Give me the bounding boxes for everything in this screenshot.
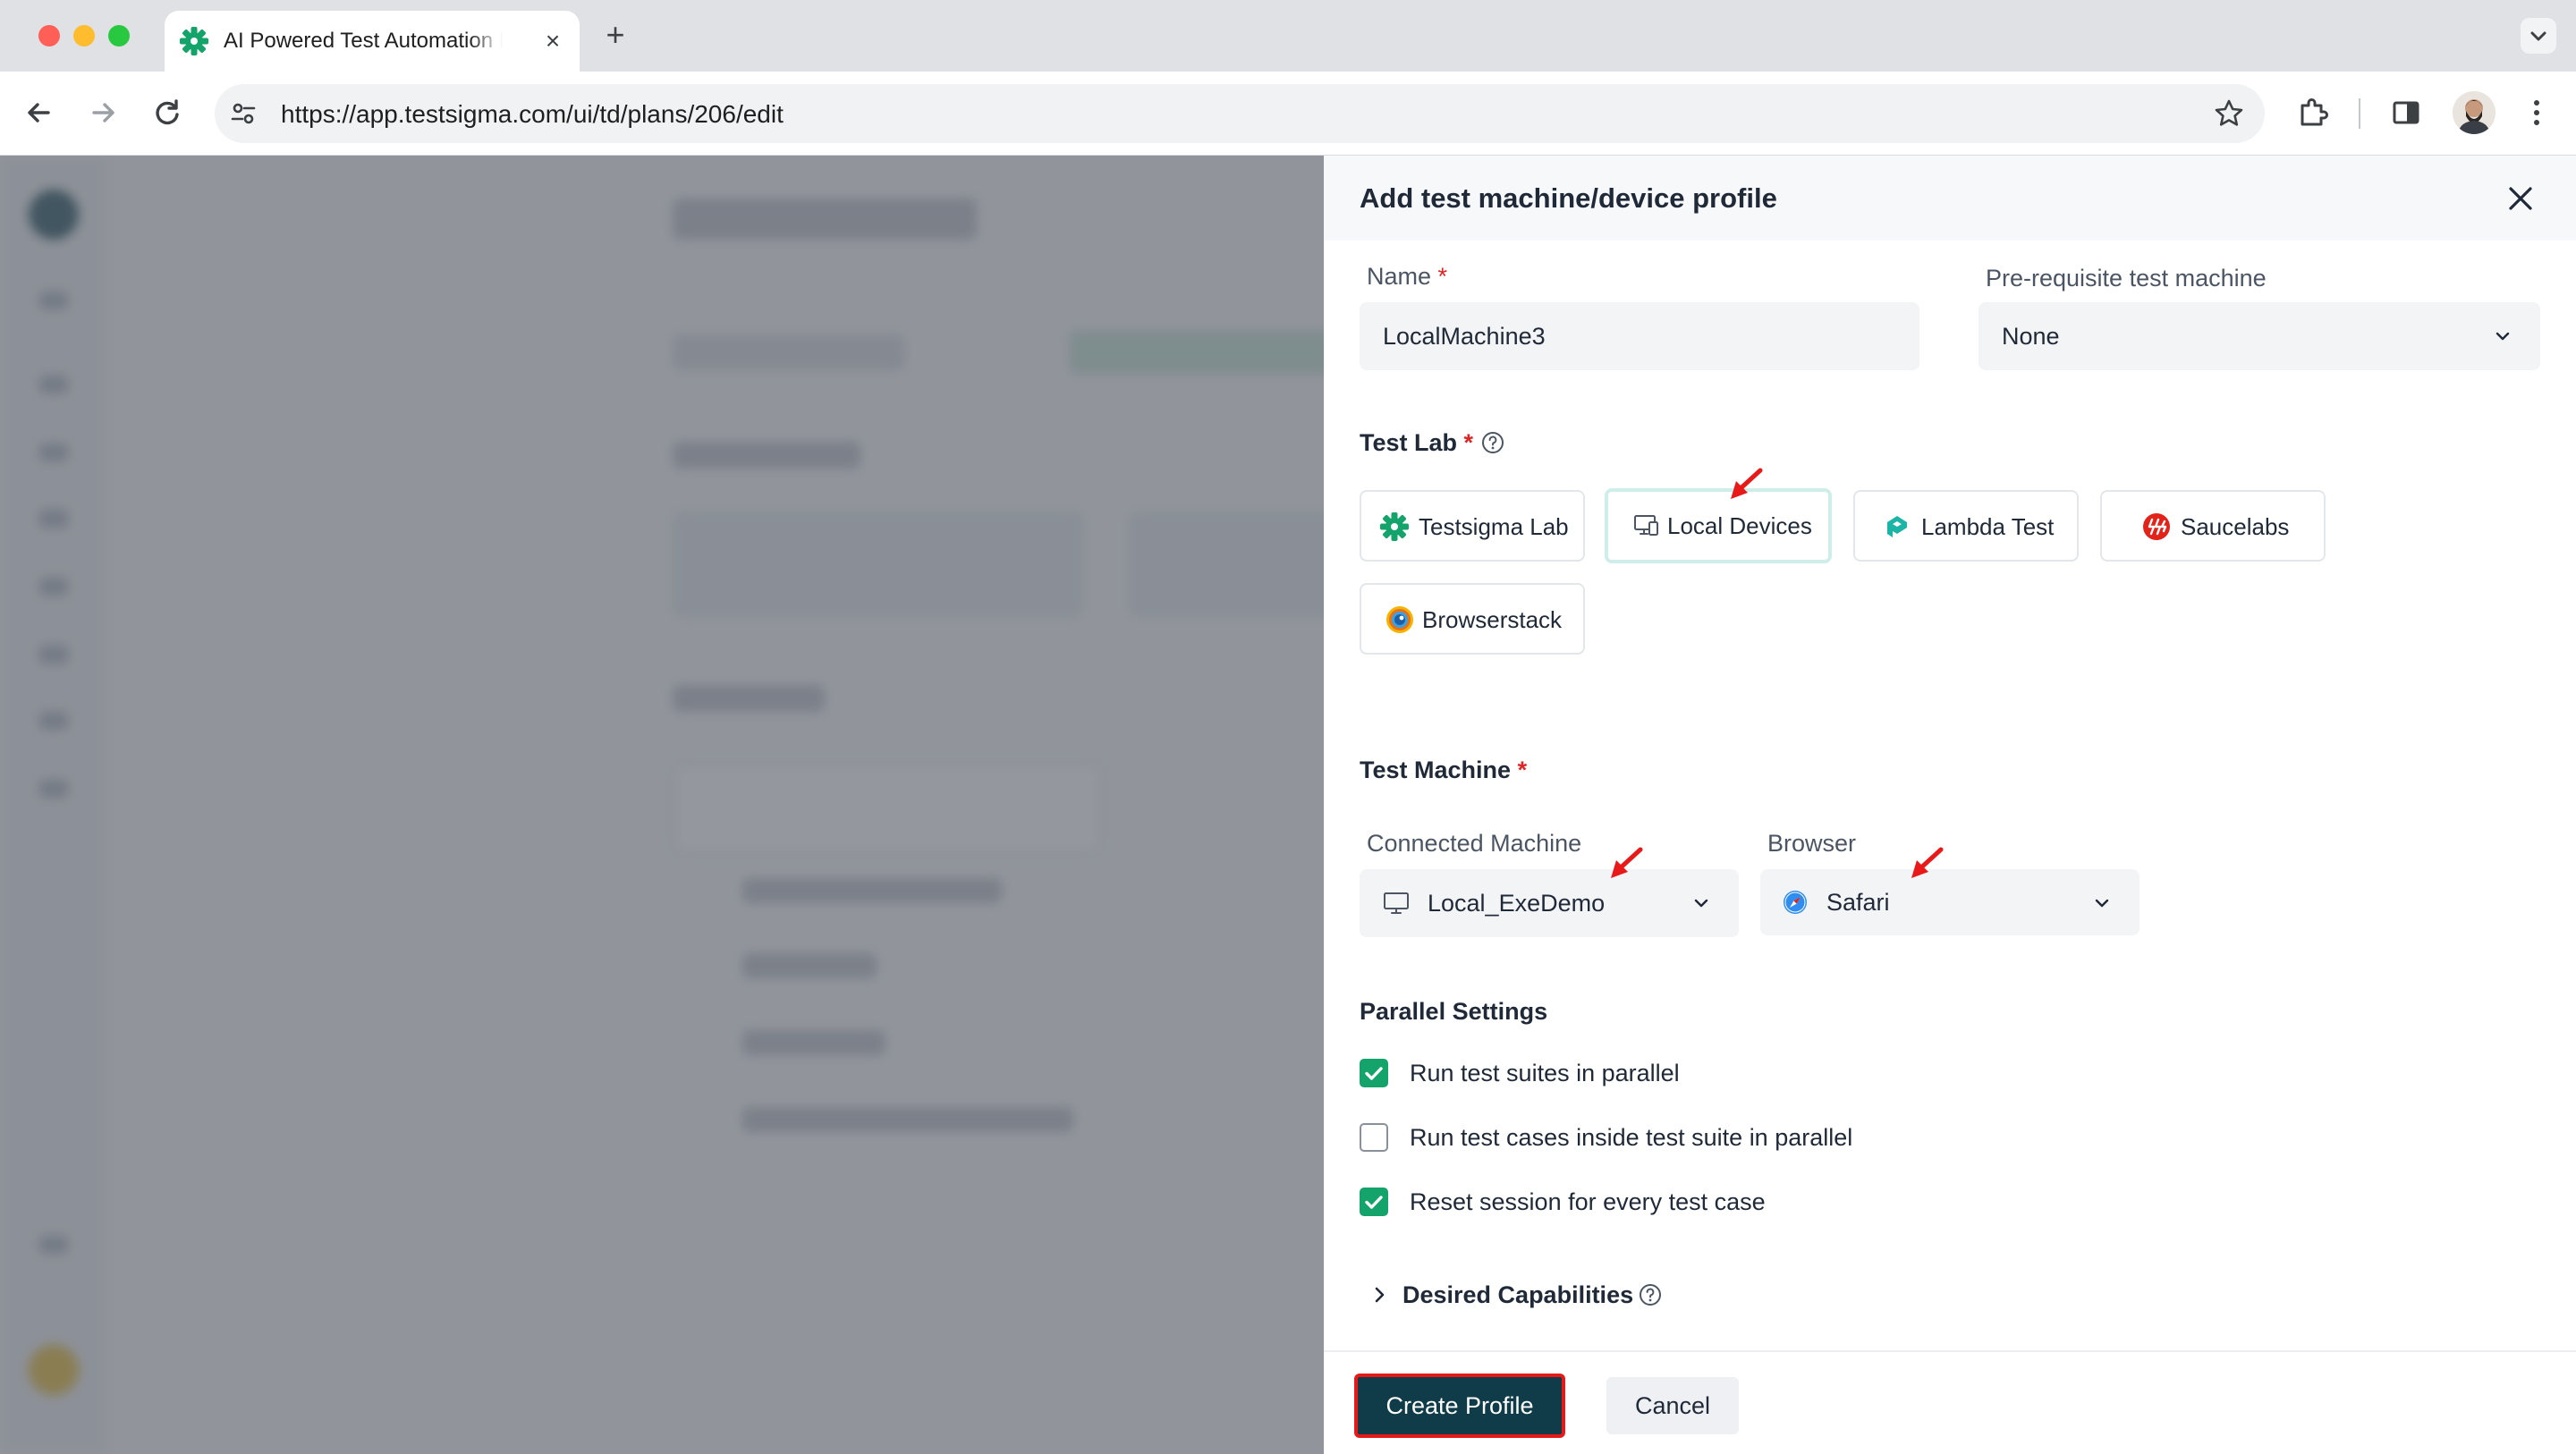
lab-option-label: Local Devices (1667, 512, 1812, 539)
lab-option-local-devices[interactable]: Local Devices (1605, 488, 1832, 563)
required-mark: * (1463, 429, 1474, 456)
required-mark: * (1517, 757, 1528, 783)
safari-icon (1784, 891, 1807, 914)
browser-menu-icon[interactable] (2515, 91, 2558, 134)
new-tab-button[interactable]: + (599, 16, 631, 54)
checkbox-run-suites-parallel[interactable] (1360, 1059, 1388, 1087)
tab-search-button[interactable] (2521, 18, 2556, 54)
site-settings-icon[interactable] (229, 99, 258, 128)
create-profile-button[interactable]: Create Profile (1354, 1374, 1565, 1438)
window-close-button[interactable] (38, 25, 60, 46)
back-icon[interactable] (18, 91, 61, 134)
chevron-down-icon (2095, 899, 2109, 908)
checkbox-label[interactable]: Reset session for every test case (1410, 1188, 1766, 1216)
saucelabs-icon (2143, 513, 2170, 540)
reload-icon[interactable] (146, 91, 189, 134)
lab-option-label: Lambda Test (1921, 513, 2055, 540)
url-text[interactable]: https://app.testsigma.com/ui/td/plans/20… (281, 100, 784, 129)
toolbar-divider (2359, 98, 2360, 129)
chevron-down-icon (1694, 899, 1708, 908)
desired-capabilities-toggle[interactable]: Desired Capabilities (1402, 1281, 1633, 1309)
name-label-text: Name (1367, 263, 1432, 290)
annotation-arrow-icon (1731, 468, 1763, 499)
browser-tab-strip: AI Powered Test Automation Platform × + (0, 0, 2576, 72)
chevron-down-icon (2530, 31, 2546, 41)
lab-option-label: Testsigma Lab (1419, 513, 1569, 540)
test-machine-label: Test Machine * (1360, 757, 1527, 784)
bookmark-star-icon[interactable] (2213, 97, 2245, 130)
lambdatest-icon (1887, 516, 1907, 537)
profile-avatar-icon (2453, 91, 2496, 134)
browserstack-icon (1386, 606, 1413, 633)
connected-machine-value: Local_ExeDemo (1428, 890, 1606, 917)
browser-select[interactable]: Safari (1760, 869, 2140, 935)
prereq-select-value: None (2002, 323, 2060, 350)
window-maximize-button[interactable] (108, 25, 130, 46)
name-input[interactable]: LocalMachine3 (1360, 302, 1919, 370)
extensions-icon[interactable] (2292, 91, 2334, 134)
background-app (0, 156, 1324, 1454)
checkbox-run-cases-parallel[interactable] (1360, 1123, 1388, 1152)
side-panel-icon[interactable] (2385, 91, 2428, 134)
monitor-icon (1384, 892, 1409, 914)
testsigma-favicon-icon (180, 27, 208, 55)
cancel-button[interactable]: Cancel (1606, 1377, 1739, 1434)
name-input-value: LocalMachine3 (1383, 323, 1546, 350)
prereq-label: Pre-requisite test machine (1986, 265, 2267, 292)
drawer-footer: Create Profile Cancel (1324, 1350, 2576, 1454)
test-lab-label-text: Test Lab (1360, 429, 1458, 456)
window-minimize-button[interactable] (73, 25, 95, 46)
close-icon[interactable] (2503, 181, 2538, 216)
forward-icon[interactable] (81, 91, 124, 134)
add-profile-drawer: Add test machine/device profile Name * L… (1324, 156, 2576, 1454)
local-devices-icon (1634, 515, 1658, 536)
parallel-settings-label: Parallel Settings (1360, 998, 1548, 1025)
lab-option-lambdatest[interactable]: Lambda Test (1853, 490, 2079, 562)
profile-avatar[interactable] (2453, 91, 2496, 134)
lab-option-saucelabs[interactable]: Saucelabs (2100, 490, 2326, 562)
lab-option-label: Browserstack (1422, 606, 1563, 633)
test-lab-label: Test Lab * (1360, 429, 1473, 457)
help-icon[interactable] (1639, 1283, 1662, 1306)
lab-option-testsigma[interactable]: Testsigma Lab (1360, 490, 1585, 562)
connected-machine-select[interactable]: Local_ExeDemo (1360, 869, 1739, 937)
browser-label: Browser (1767, 830, 1857, 857)
tab-close-icon[interactable]: × (538, 27, 567, 55)
lab-option-label: Saucelabs (2181, 513, 2290, 540)
required-mark: * (1437, 263, 1448, 290)
modal-backdrop[interactable] (0, 156, 1324, 1454)
annotation-arrow-icon (1611, 847, 1643, 878)
checkbox-reset-session[interactable] (1360, 1188, 1388, 1216)
chevron-down-icon (2496, 332, 2510, 341)
chevron-right-icon[interactable] (1368, 1284, 1390, 1306)
test-machine-label-text: Test Machine (1360, 757, 1512, 783)
browser-tab-active[interactable]: AI Powered Test Automation Platform × (165, 11, 580, 72)
checkmark-icon (1365, 1067, 1383, 1080)
connected-machine-label: Connected Machine (1367, 830, 1582, 857)
drawer-title: Add test machine/device profile (1360, 182, 1777, 214)
tab-title: AI Powered Test Automation Platform (224, 29, 503, 53)
annotation-arrow-icon (1911, 847, 1944, 878)
address-bar[interactable]: https://app.testsigma.com/ui/td/plans/20… (215, 84, 2265, 143)
name-label: Name * (1367, 263, 1447, 291)
checkmark-icon (1365, 1196, 1383, 1209)
drawer-header: Add test machine/device profile (1324, 156, 2576, 241)
testsigma-gear-icon (1380, 512, 1409, 541)
help-icon[interactable] (1481, 431, 1504, 454)
checkbox-label[interactable]: Run test suites in parallel (1410, 1060, 1680, 1087)
browser-value: Safari (1826, 889, 1890, 916)
lab-option-browserstack[interactable]: Browserstack (1360, 583, 1585, 655)
prereq-select[interactable]: None (1979, 302, 2540, 370)
checkbox-label[interactable]: Run test cases inside test suite in para… (1410, 1124, 1852, 1152)
browser-toolbar: https://app.testsigma.com/ui/td/plans/20… (0, 72, 2576, 156)
